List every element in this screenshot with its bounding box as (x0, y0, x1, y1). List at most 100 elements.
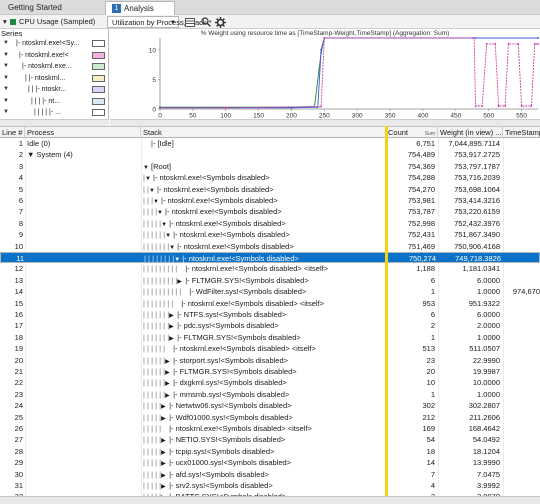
series-row[interactable]: ▼ | | | | |- ... (0, 107, 108, 118)
table-row[interactable]: 24 | | | | |▶ |- Netwtw06.sys!<Symbols dis… (0, 400, 540, 411)
table-row[interactable]: 1 Idle (0) |- [Idle] 6,751 7,044,895.7114 (0, 138, 540, 149)
series-scrollbar[interactable] (0, 119, 109, 126)
weight-cell: 302.2807 (468, 401, 500, 411)
table-row[interactable]: 5 | |▼ |- ntoskrnl.exe!<Symbols disabled> 7… (0, 184, 540, 195)
weight-cell: 18.1204 (472, 446, 500, 456)
data-point (497, 105, 500, 107)
count-cell: 7 (430, 469, 435, 479)
table-row[interactable]: 4 |▼ |- ntoskrnl.exe!<Symbols disabled> 754… (0, 172, 540, 183)
weight-cell: 7.0475 (477, 469, 500, 479)
table-row[interactable]: 23 | | | | | |▶ |- mmsmb.sys!<Symbols disa… (0, 389, 540, 400)
table-row[interactable]: 21 | | | | | |▶ |- FLTMGR.SYS!<Symbols dis… (0, 366, 540, 377)
table-row[interactable]: 22 | | | | | |▶ |- dxgkrnl.sys!<Symbols di… (0, 377, 540, 388)
table-row[interactable]: 27 | | | | |▶ |- NETIO.SYS!<Symbols disabl… (0, 434, 540, 445)
table-row[interactable]: 9 | | | | | |▼ |- ntoskrnl.exe!<Symbols di… (0, 229, 540, 240)
stack-frame-label: |- srv2.sys!<Symbols disabled> (169, 481, 273, 490)
data-point (473, 37, 476, 39)
line-number-cell: 26 (14, 424, 23, 433)
table-row[interactable]: 6 | | |▼ |- ntoskrnl.exe!<Symbols disabled… (0, 195, 540, 206)
chart-scrollbar[interactable] (110, 119, 540, 126)
table-row[interactable]: 10 | | | | | | |▼ |- ntoskrnl.exe!<Symbols… (0, 241, 540, 252)
expand-arrow-icon[interactable]: ▼ (3, 38, 9, 49)
count-cell: 752,998 (407, 218, 435, 228)
header-weight[interactable]: Weight (in view) ... (438, 127, 503, 138)
tree-guide: | | | | | | | | | (143, 275, 178, 285)
table-row[interactable]: 29 | | | | |▶ |- ucx01000.sys!<Symbols dis… (0, 457, 540, 468)
stack-frame-label: |- WdFilter.sys!<Symbols disabled> (189, 287, 307, 297)
cpu-usage-chart[interactable]: % Weight using resource time as [TimeSta… (110, 29, 540, 126)
series-color-swatch[interactable] (92, 109, 105, 116)
tree-guide: | | | | | | (143, 367, 166, 376)
table-row[interactable]: 28 | | | | |▶ |- tcpip.sys!<Symbols disabl… (0, 446, 540, 457)
table-row[interactable]: 7 | | | |▼ |- ntoskrnl.exe!<Symbols disabl… (0, 206, 540, 217)
series-row[interactable]: ▼ |- ntoskrnl.exe!<Sy... (0, 38, 108, 49)
series-color-swatch[interactable] (92, 40, 105, 47)
chevron-down-icon: ▼ (170, 20, 176, 26)
expand-arrow-icon[interactable]: ▼ (3, 96, 9, 107)
series-color-swatch[interactable] (92, 63, 105, 70)
table-row[interactable]: 11 | | | | | | | |▼ |- ntoskrnl.exe!<Symbo… (0, 252, 540, 264)
header-process[interactable]: Process (25, 127, 141, 138)
search-icon[interactable] (200, 16, 212, 28)
series-line (160, 37, 538, 108)
tab-getting-started[interactable]: Getting Started (2, 1, 68, 15)
series-row[interactable]: ▼ | | | |- nt... (0, 96, 108, 107)
stack-frame-label: |- ntoskrnl.exe!<Symbols disabled> (182, 254, 299, 263)
expand-arrow-icon[interactable]: ▼ (3, 61, 9, 72)
header-stack[interactable]: Stack (141, 127, 386, 138)
series-color-swatch[interactable] (92, 74, 105, 82)
weight-cell: 1.0000 (477, 287, 500, 297)
tab-analysis[interactable]: 1 Analysis (105, 1, 175, 15)
series-color-swatch[interactable] (92, 86, 105, 93)
stack-frame-label: |- ntoskrnl.exe!<Symbols disabled> (177, 241, 294, 251)
series-color-swatch[interactable] (92, 51, 105, 59)
expand-arrow-icon[interactable]: ▼ (3, 84, 9, 95)
table-view-icon[interactable] (184, 16, 196, 28)
series-row[interactable]: ▼ |- ntoskrnl.exe!< (0, 50, 108, 61)
weight-cell: 753,716.2039 (454, 173, 500, 183)
data-point (323, 37, 326, 39)
expand-arrow-icon[interactable]: ▼ (3, 73, 9, 84)
table-row[interactable]: 31 | | | | |▶ |- srv2.sys!<Symbols disable… (0, 480, 540, 491)
table-row[interactable]: 19 | | | | | | |- ntoskrnl.exe!<Symbols di… (0, 343, 540, 354)
table-row[interactable]: 30 | | | | |▶ |- afd.sys!<Symbols disabled… (0, 469, 540, 480)
table-row[interactable]: 17 | | | | | | |▶ |- pdc.sys!<Symbols disa… (0, 320, 540, 331)
table-row[interactable]: 13 | | | | | | | | |▶ |- FLTMGR.SYS!<Symbo… (0, 275, 540, 286)
table-row[interactable]: 20 | | | | | |▶ |- storport.sys!<Symbols d… (0, 355, 540, 366)
stack-frame-label: |- afd.sys!<Symbols disabled> (169, 469, 269, 479)
line-number-cell: 22 (14, 378, 23, 388)
header-timestamp[interactable]: TimeStamp (503, 127, 540, 138)
table-row[interactable]: 8 | | | | |▼ |- ntoskrnl.exe!<Symbols disa… (0, 218, 540, 229)
tree-guide: | | | | | (143, 412, 162, 422)
pivot-column-separator[interactable] (385, 126, 388, 497)
header-count[interactable]: Count Sum (386, 127, 438, 138)
expand-arrow-icon[interactable]: ▼ (3, 50, 9, 61)
count-cell: 23 (426, 355, 435, 365)
table-row[interactable]: 16 | | | | | | |▶ |- NTFS.sys!<Symbols dis… (0, 309, 540, 320)
gear-icon[interactable] (214, 16, 226, 28)
series-row[interactable]: ▼ | |- ntoskrnl... (0, 73, 108, 84)
weight-cell: 752,432.3976 (454, 218, 500, 228)
tree-guide: | | | | | | | | | | (143, 287, 182, 297)
data-point (481, 105, 484, 107)
table-row[interactable]: 12 | | | | | | | | | |- ntoskrnl.exe!<Symb… (0, 263, 540, 274)
table-row[interactable]: 14 | | | | | | | | | | |- WdFilter.sys!<Sy… (0, 286, 540, 297)
table-row[interactable]: 18 | | | | | | |▶ |- FLTMGR.SYS!<Symbols d… (0, 332, 540, 343)
table-row[interactable]: 15 | | | | | | | | |- ntoskrnl.exe!<Symbol… (0, 298, 540, 309)
expand-arrow-icon[interactable]: ▼ (3, 107, 9, 118)
series-row[interactable]: ▼ | | |- ntoskr... (0, 84, 108, 95)
series-row[interactable]: ▼ |- ntoskrnl.exe... (0, 61, 108, 72)
weight-cell: 753,414.3216 (454, 196, 500, 205)
series-color-swatch[interactable] (92, 97, 105, 105)
collapse-graph-button[interactable]: ▾ (3, 16, 7, 28)
stack-frame-label: |- [Idle] (151, 139, 174, 148)
header-line-number[interactable]: Line # (0, 127, 25, 138)
horizontal-scrollbar[interactable] (0, 496, 540, 504)
line-number-cell: 27 (14, 435, 23, 445)
stack-frame-label: |- ntoskrnl.exe!<Symbols disabled> (173, 230, 290, 240)
preset-dropdown[interactable]: Utilization by Process, Stack * ▼ (107, 16, 212, 28)
table-row[interactable]: 26 | | | | | |- ntoskrnl.exe!<Symbols disa… (0, 423, 540, 434)
table-row[interactable]: 2 ▼ System (4) 754,489 753,917.2725 (0, 149, 540, 160)
table-row[interactable]: 3 ▼ [Root] 754,369 753,797.1787 (0, 161, 540, 172)
table-row[interactable]: 25 | | | | |▶ |- Wdf01000.sys!<Symbols dis… (0, 412, 540, 423)
